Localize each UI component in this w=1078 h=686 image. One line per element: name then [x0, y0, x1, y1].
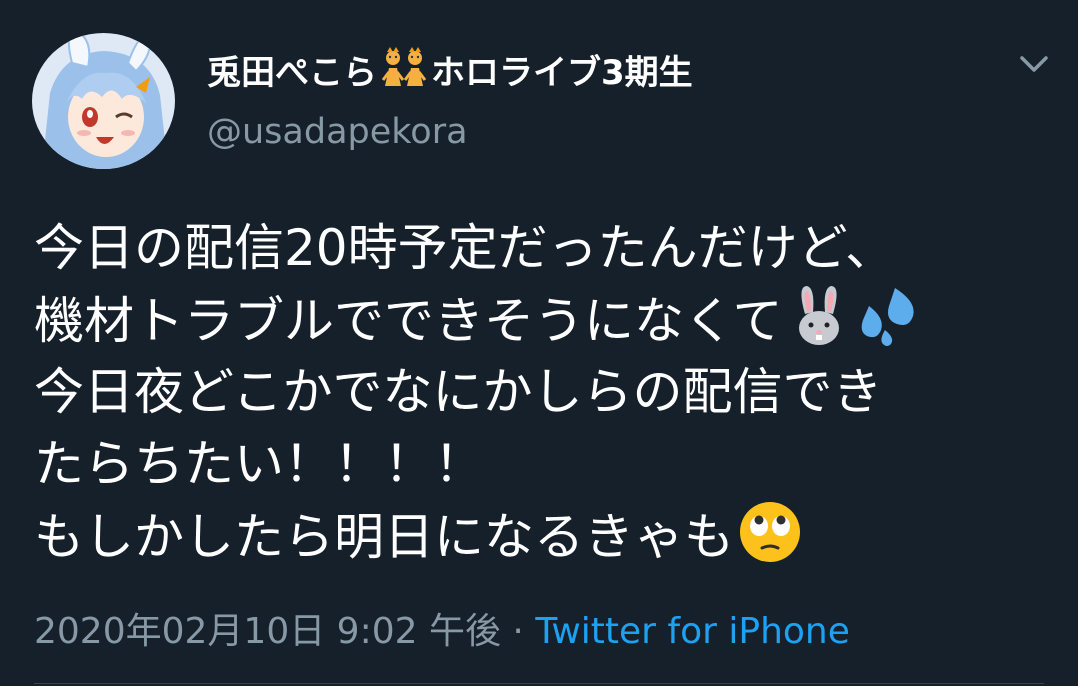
tweet-source-link[interactable]: Twitter for iPhone [535, 611, 850, 652]
divider [34, 683, 1044, 684]
tweet-meta: 2020年02月10日 9:02 午後 · Twitter for iPhone [34, 602, 850, 654]
avatar-image [32, 33, 175, 169]
tweet-line-text: 今日夜どこかでなにかしらの配信でき [34, 363, 883, 421]
tweet-line: もしかしたら明日になるきゃも [34, 500, 1054, 572]
tweet-line: 機材トラブルでできそうになくて [34, 284, 1054, 356]
meta-separator: · [500, 611, 536, 652]
sweat-droplets-emoji [855, 284, 919, 348]
tweet-line-text: もしかしたら明日になるきゃも [34, 508, 734, 566]
chevron-down-icon [1020, 56, 1048, 72]
display-name[interactable]: 兎田ぺこら ホロライブ3期生 [207, 44, 693, 94]
rabbit-face-emoji [787, 284, 851, 348]
tweet-text: 今日の配信20時予定だったんだけど、 機材トラブルでできそうになくて 今日夜どこ… [34, 212, 1054, 572]
tweet-line-text: たらちたい！！！！ [34, 435, 484, 493]
tweet-timestamp[interactable]: 2020年02月10日 9:02 午後 [34, 611, 501, 652]
tweet-line: 今日夜どこかでなにかしらの配信でき [34, 356, 1054, 428]
tweet-line-text: 今日の配信20時予定だったんだけど、 [34, 219, 896, 277]
tweet-line: たらちたい！！！！ [34, 428, 1054, 500]
tweet-line-text: 機材トラブルでできそうになくて [34, 292, 783, 350]
kids-badge-icon [379, 46, 429, 92]
display-name-text: 兎田ぺこら [207, 52, 377, 93]
tweet-line: 今日の配信20時予定だったんだけど、 [34, 212, 1054, 284]
tweet-menu-button[interactable] [1016, 50, 1052, 78]
user-handle[interactable]: @usadapekora [207, 112, 468, 152]
display-name-affiliation: ホロライブ3期生 [431, 52, 693, 93]
face-with-rolling-eyes-emoji [738, 500, 802, 564]
avatar[interactable] [32, 33, 175, 169]
